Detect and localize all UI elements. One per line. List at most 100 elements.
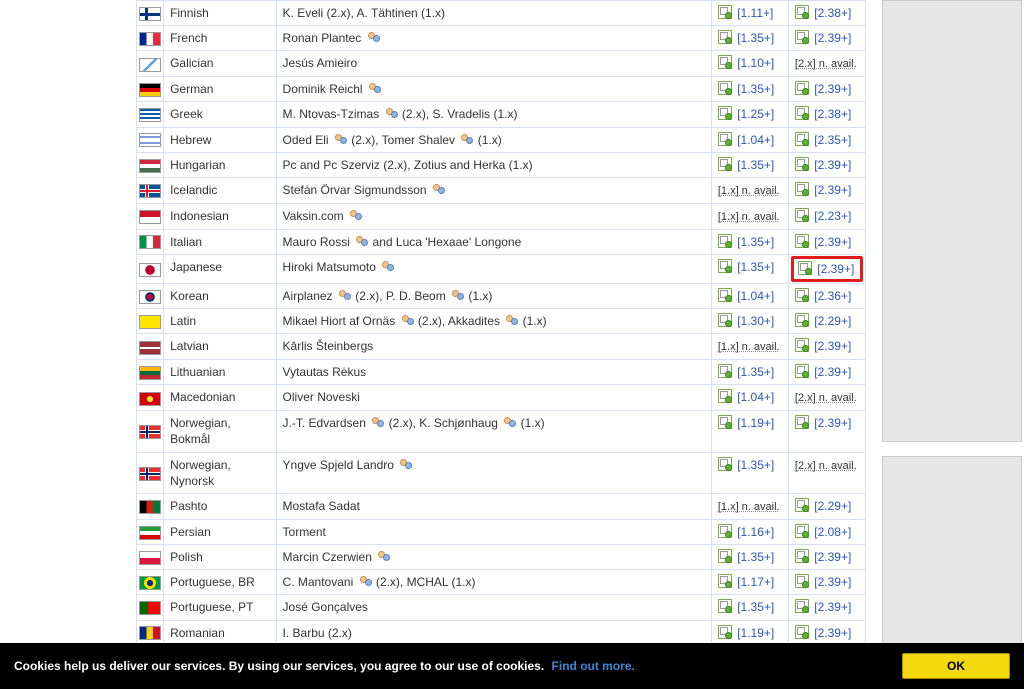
download-link-v1[interactable]: [1.35+] bbox=[737, 600, 774, 614]
download-link-v1[interactable]: [1.04+] bbox=[737, 133, 774, 147]
language-name: Japanese bbox=[164, 254, 276, 283]
author-cell: Oded Eli (2.x), Tomer Shalev (1.x) bbox=[276, 127, 711, 152]
language-name: Galician bbox=[164, 51, 276, 77]
download-link-v1[interactable]: [1.30+] bbox=[737, 314, 774, 328]
download-icon bbox=[718, 549, 732, 563]
download-link-v2[interactable]: [2.39+] bbox=[817, 262, 854, 276]
download-link-v1[interactable]: [1.35+] bbox=[737, 235, 774, 249]
table-row: PersianTorment [1.16+] [2.08+] bbox=[137, 519, 866, 544]
download-link-v1[interactable]: [1.19+] bbox=[737, 626, 774, 640]
download-link-v2[interactable]: [2.08+] bbox=[814, 525, 851, 539]
download-icon bbox=[718, 599, 732, 613]
download-link-v1[interactable]: [1.35+] bbox=[737, 260, 774, 274]
author-cell: Pc and Pc Szerviz (2.x), Zotius and Herk… bbox=[276, 152, 711, 177]
flag-icon bbox=[139, 315, 161, 329]
author-cell: M. Ntovas-Tzimas (2.x), S. Vradelis (1.x… bbox=[276, 102, 711, 127]
flag-icon bbox=[139, 341, 161, 355]
download-icon bbox=[795, 364, 809, 378]
download-icon bbox=[795, 132, 809, 146]
download-link-v2[interactable]: [2.39+] bbox=[814, 235, 851, 249]
download-link-v2[interactable]: [2.39+] bbox=[814, 31, 851, 45]
download-link-v1[interactable]: [1.35+] bbox=[737, 31, 774, 45]
person-icon bbox=[358, 576, 372, 588]
download-link-v2[interactable]: [2.39+] bbox=[814, 339, 851, 353]
table-row: LatvianKārlis Šteinbergs[1.x] n. avail. … bbox=[137, 334, 866, 360]
download-link-v2[interactable]: [2.38+] bbox=[814, 6, 851, 20]
table-row: ItalianMauro Rossi and Luca 'Hexaae' Lon… bbox=[137, 229, 866, 254]
download-link-v2[interactable]: [2.39+] bbox=[814, 550, 851, 564]
author-cell: Kārlis Šteinbergs bbox=[276, 334, 711, 360]
download-link-v2[interactable]: [2.39+] bbox=[814, 365, 851, 379]
download-link-v2[interactable]: [2.39+] bbox=[814, 158, 851, 172]
author-cell: Vytautas Rėkus bbox=[276, 360, 711, 385]
language-name: Latvian bbox=[164, 334, 276, 360]
not-available-v1: [1.x] n. avail. bbox=[718, 501, 780, 513]
language-name: Norwegian, Bokmål bbox=[164, 411, 276, 452]
download-link-v1[interactable]: [1.17+] bbox=[737, 575, 774, 589]
download-link-v2[interactable]: [2.39+] bbox=[814, 416, 851, 430]
download-icon bbox=[795, 288, 809, 302]
download-link-v2[interactable]: [2.39+] bbox=[814, 626, 851, 640]
download-icon bbox=[718, 625, 732, 639]
flag-icon bbox=[139, 392, 161, 406]
download-link-v1[interactable]: [1.11+] bbox=[737, 6, 773, 20]
table-row: Portuguese, BRC. Mantovani (2.x), MCHAL … bbox=[137, 570, 866, 595]
table-row: GalicianJesús Amieiro [1.10+][2.x] n. av… bbox=[137, 51, 866, 77]
download-link-v2[interactable]: [2.35+] bbox=[814, 133, 851, 147]
download-link-v1[interactable]: [1.04+] bbox=[737, 289, 774, 303]
ad-placeholder-top bbox=[882, 0, 1022, 442]
person-icon bbox=[504, 315, 518, 327]
download-link-v2[interactable]: [2.39+] bbox=[814, 600, 851, 614]
download-icon bbox=[718, 415, 732, 429]
table-row: IcelandicStefán Örvar Sigmundsson [1.x] … bbox=[137, 177, 866, 203]
person-icon bbox=[348, 210, 362, 222]
download-link-v1[interactable]: [1.35+] bbox=[737, 458, 774, 472]
not-available-v2: [2.x] n. avail. bbox=[795, 460, 857, 472]
author-cell: Mikael Hiort af Ornäs (2.x), Akkadites (… bbox=[276, 309, 711, 334]
language-name: Lithuanian bbox=[164, 360, 276, 385]
cookie-ok-button[interactable]: OK bbox=[902, 653, 1010, 679]
author-cell: José Gonçalves bbox=[276, 595, 711, 620]
table-row: Norwegian, BokmålJ.-T. Edvardsen (2.x), … bbox=[137, 411, 866, 452]
download-link-v1[interactable]: [1.10+] bbox=[737, 56, 774, 70]
download-link-v1[interactable]: [1.35+] bbox=[737, 365, 774, 379]
download-link-v2[interactable]: [2.29+] bbox=[814, 499, 851, 513]
download-link-v2[interactable]: [2.38+] bbox=[814, 107, 851, 121]
download-link-v1[interactable]: [1.25+] bbox=[737, 107, 774, 121]
download-link-v1[interactable]: [1.19+] bbox=[737, 416, 774, 430]
download-link-v2[interactable]: [2.23+] bbox=[814, 209, 851, 223]
download-link-v2[interactable]: [2.39+] bbox=[814, 575, 851, 589]
download-link-v2[interactable]: [2.36+] bbox=[814, 289, 851, 303]
table-row: HebrewOded Eli (2.x), Tomer Shalev (1.x)… bbox=[137, 127, 866, 152]
table-row: PolishMarcin Czerwien [1.35+] [2.39+] bbox=[137, 545, 866, 570]
download-link-v1[interactable]: [1.04+] bbox=[737, 390, 774, 404]
download-icon bbox=[718, 313, 732, 327]
language-name: Persian bbox=[164, 519, 276, 544]
language-name: Korean bbox=[164, 284, 276, 309]
download-icon bbox=[795, 106, 809, 120]
download-link-v2[interactable]: [2.29+] bbox=[814, 314, 851, 328]
author-cell: Oliver Noveski bbox=[276, 385, 711, 411]
language-name: Finnish bbox=[164, 1, 276, 26]
author-cell: Stefán Örvar Sigmundsson bbox=[276, 177, 711, 203]
not-available-v1: [1.x] n. avail. bbox=[718, 211, 780, 223]
table-row: HungarianPc and Pc Szerviz (2.x), Zotius… bbox=[137, 152, 866, 177]
download-icon bbox=[795, 208, 809, 222]
download-link-v1[interactable]: [1.35+] bbox=[737, 82, 774, 96]
download-icon bbox=[795, 415, 809, 429]
table-row: Portuguese, PTJosé Gonçalves [1.35+] [2.… bbox=[137, 595, 866, 620]
flag-icon bbox=[139, 32, 161, 46]
download-link-v1[interactable]: [1.35+] bbox=[737, 550, 774, 564]
table-row: MacedonianOliver Noveski [1.04+][2.x] n.… bbox=[137, 385, 866, 411]
author-cell: Mauro Rossi and Luca 'Hexaae' Longone bbox=[276, 229, 711, 254]
download-link-v2[interactable]: [2.39+] bbox=[814, 183, 851, 197]
author-cell: J.-T. Edvardsen (2.x), K. Schjønhaug (1.… bbox=[276, 411, 711, 452]
author-cell: Mostafa Sadat bbox=[276, 494, 711, 520]
flag-icon bbox=[139, 366, 161, 380]
cookie-more-link[interactable]: Find out more. bbox=[552, 659, 635, 673]
person-icon bbox=[431, 184, 445, 196]
download-link-v1[interactable]: [1.35+] bbox=[737, 158, 774, 172]
table-row: FrenchRonan Plantec [1.35+] [2.39+] bbox=[137, 26, 866, 51]
download-link-v2[interactable]: [2.39+] bbox=[814, 82, 851, 96]
download-link-v1[interactable]: [1.16+] bbox=[737, 525, 774, 539]
